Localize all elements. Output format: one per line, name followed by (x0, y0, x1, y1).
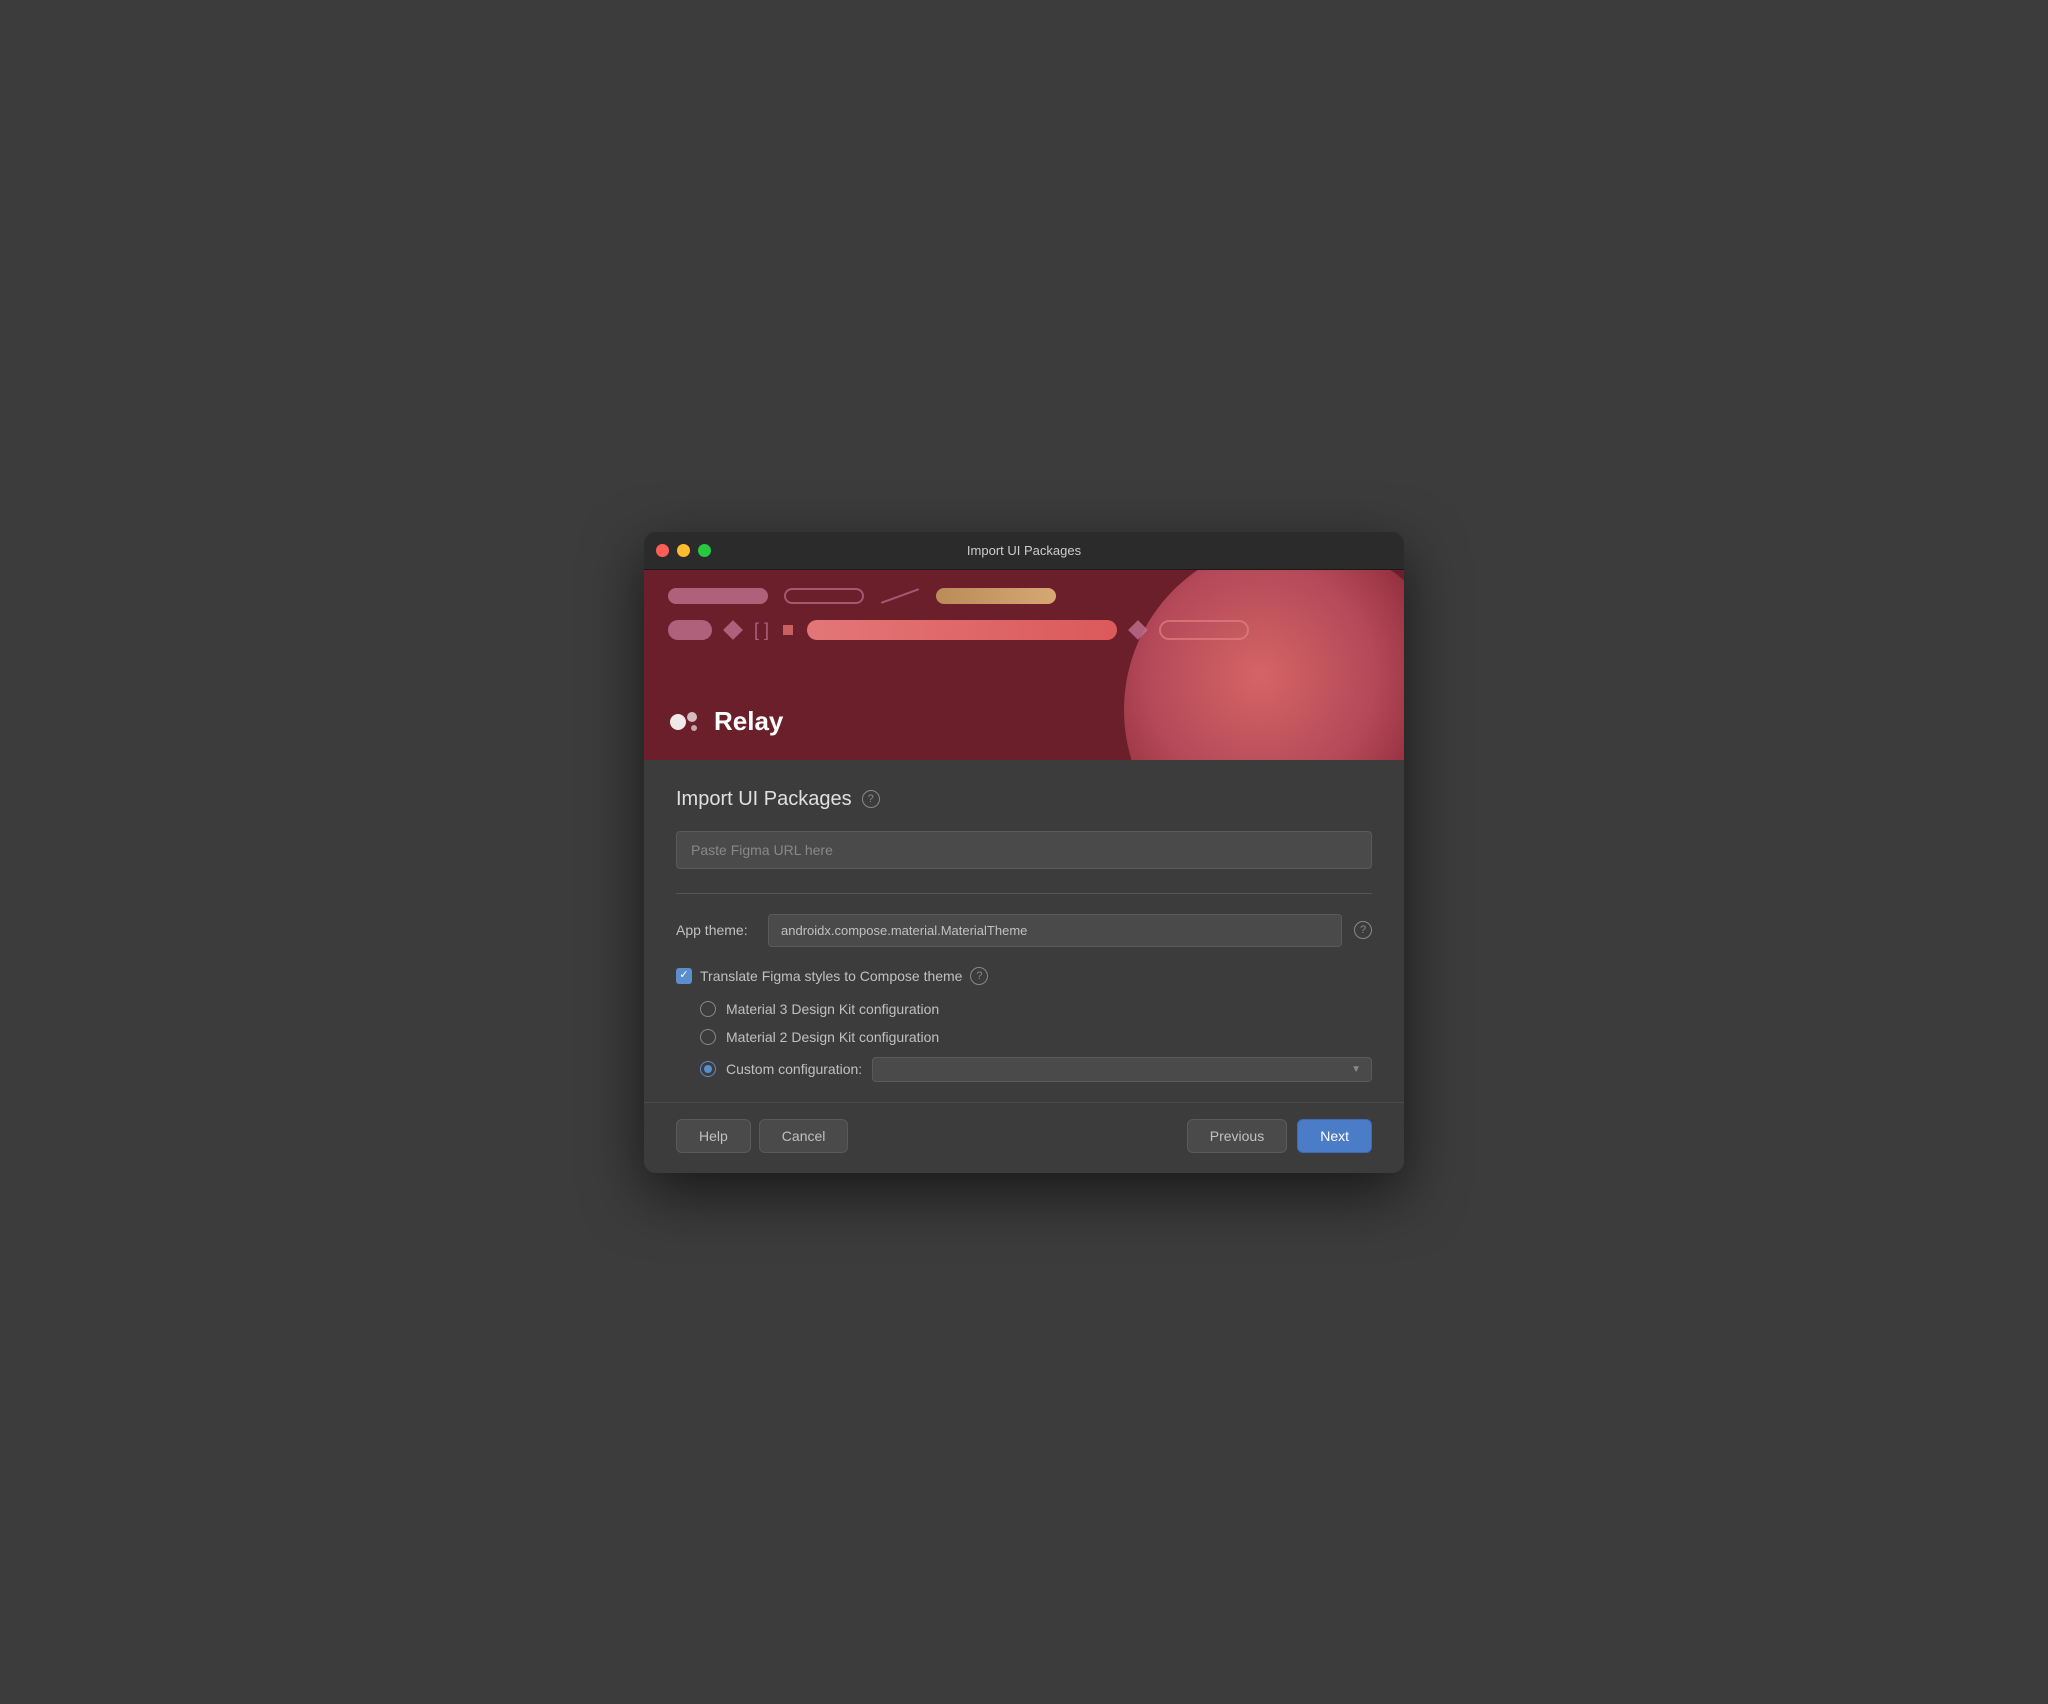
help-question-mark-2: ? (1360, 924, 1366, 936)
translate-checkbox-row[interactable]: ✓ Translate Figma styles to Compose them… (676, 967, 1372, 985)
radio-row-custom[interactable]: Custom configuration: ▼ (700, 1057, 1372, 1082)
custom-config-dropdown[interactable]: ▼ (872, 1057, 1372, 1082)
decoration-diamond-2 (1128, 620, 1148, 640)
relay-brand-text: Relay (714, 706, 783, 737)
translate-checkbox[interactable]: ✓ (676, 968, 692, 984)
translate-checkbox-label: Translate Figma styles to Compose theme (700, 968, 962, 984)
minimize-button[interactable] (677, 544, 690, 557)
radio-material2-label: Material 2 Design Kit configuration (726, 1029, 939, 1045)
main-content: Import UI Packages ? App theme: ? ✓ Tran… (644, 760, 1404, 1102)
radio-dot (704, 1065, 712, 1073)
footer-right-buttons: Previous Next (1187, 1119, 1372, 1153)
radio-material3[interactable] (700, 1001, 716, 1017)
radio-custom-config[interactable] (700, 1061, 716, 1077)
radio-group: Material 3 Design Kit configuration Mate… (700, 1001, 1372, 1082)
title-help-icon[interactable]: ? (862, 790, 880, 808)
decoration-pill-outline-sm (1159, 620, 1249, 640)
banner-section: [ ] Relay (644, 570, 1404, 760)
window-controls (656, 544, 711, 557)
theme-help-icon[interactable]: ? (1354, 921, 1372, 939)
banner-decorations: [ ] (668, 588, 1380, 641)
main-window: Import UI Packages [ ] (644, 532, 1404, 1173)
decoration-pill-salmon (807, 620, 1117, 640)
radio-custom-label: Custom configuration: (726, 1061, 862, 1077)
page-title-row: Import UI Packages ? (676, 788, 1372, 811)
divider (676, 893, 1372, 894)
help-question-mark: ? (868, 793, 874, 805)
help-button[interactable]: Help (676, 1119, 751, 1153)
radio-row-material2[interactable]: Material 2 Design Kit configuration (700, 1029, 1372, 1045)
app-theme-input[interactable] (768, 914, 1342, 947)
maximize-button[interactable] (698, 544, 711, 557)
decoration-diamond (723, 620, 743, 640)
banner-row-2: [ ] (668, 620, 1380, 641)
translate-help-icon[interactable]: ? (970, 967, 988, 985)
decoration-bracket: [ ] (754, 620, 769, 641)
banner-logo: Relay (668, 704, 783, 740)
radio-material2[interactable] (700, 1029, 716, 1045)
title-bar: Import UI Packages (644, 532, 1404, 570)
decoration-square (783, 625, 793, 635)
footer: Help Cancel Previous Next (644, 1102, 1404, 1173)
checkmark-icon: ✓ (679, 970, 688, 981)
chevron-down-icon: ▼ (1351, 1064, 1361, 1075)
previous-button[interactable]: Previous (1187, 1119, 1287, 1153)
relay-icon (668, 704, 704, 740)
next-button[interactable]: Next (1297, 1119, 1372, 1153)
help-question-mark-3: ? (976, 970, 982, 982)
figma-url-input[interactable] (676, 831, 1372, 869)
decoration-pill-gold (936, 588, 1056, 604)
app-theme-row: App theme: ? (676, 914, 1372, 947)
app-theme-label: App theme: (676, 922, 756, 938)
banner-row-1 (668, 588, 1380, 604)
radio-material3-label: Material 3 Design Kit configuration (726, 1001, 939, 1017)
decoration-pill-1 (668, 588, 768, 604)
footer-left-buttons: Help Cancel (676, 1119, 848, 1153)
decoration-small-pill (668, 620, 712, 640)
window-title: Import UI Packages (967, 543, 1081, 558)
page-title: Import UI Packages (676, 788, 852, 811)
cancel-button[interactable]: Cancel (759, 1119, 849, 1153)
close-button[interactable] (656, 544, 669, 557)
decoration-line (881, 588, 919, 604)
radio-row-material3[interactable]: Material 3 Design Kit configuration (700, 1001, 1372, 1017)
decoration-pill-outline (784, 588, 864, 604)
